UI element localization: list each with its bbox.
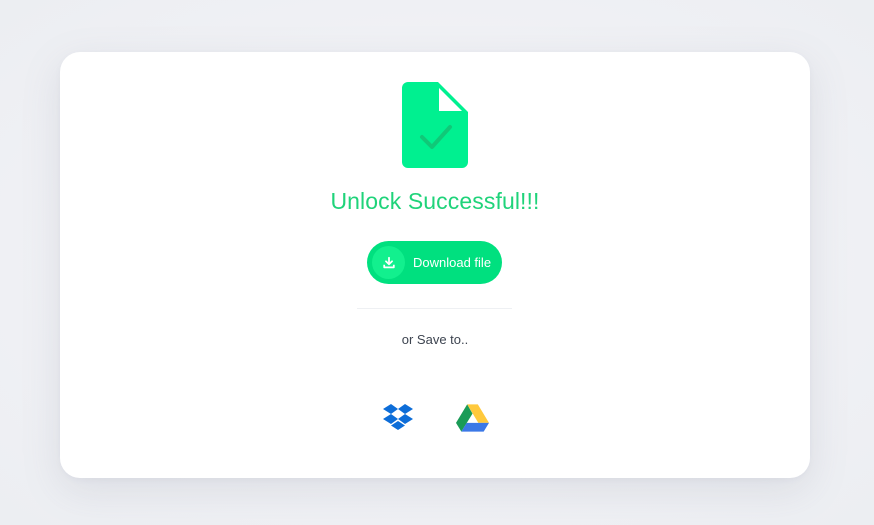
google-drive-icon (455, 404, 489, 432)
file-check-icon (402, 82, 468, 168)
unlock-result-card: Unlock Successful!!! Download file or Sa… (60, 52, 810, 478)
download-icon (372, 246, 405, 279)
unlock-success-title: Unlock Successful!!! (330, 188, 540, 214)
dropbox-icon (383, 404, 413, 430)
page-background: Unlock Successful!!! Download file or Sa… (0, 0, 874, 525)
dropbox-button[interactable] (381, 402, 415, 434)
download-file-button[interactable]: Download file (367, 241, 502, 284)
divider (357, 308, 512, 309)
google-drive-button[interactable] (455, 402, 489, 434)
download-file-label: Download file (413, 255, 492, 270)
save-to-label: or Save to.. (401, 332, 469, 347)
